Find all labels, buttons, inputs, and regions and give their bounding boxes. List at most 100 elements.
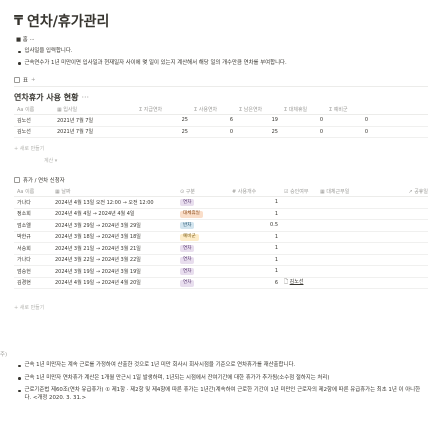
table-row[interactable]: 김노선 2021년 7월 7일 25 6 19 0 0: [14, 115, 428, 127]
table-row[interactable]: 김노선 2021년 7월 7일 25 0 25 0 0: [14, 127, 428, 138]
col-count[interactable]: # 사용개수: [229, 188, 281, 195]
cell-type: 반차: [177, 222, 229, 229]
type-tag: 연차: [180, 256, 195, 264]
type-tag: 대체휴일: [180, 210, 203, 218]
cell-count: 1: [274, 256, 278, 263]
table2-rows: 가나다 2024년 4월 13일 오전 12:00 → 오전 12:00 연차 1 정소…: [14, 197, 428, 289]
cell-type: 연차: [177, 199, 229, 206]
notes: 근속 1년 미만자는 계속 근로를 가정하여 산출한 것으로 1년 미만 회사시…: [18, 362, 426, 402]
cell-name: 김경현: [17, 280, 31, 287]
page-icon: ₸: [14, 13, 24, 29]
cell-name: 가나다: [17, 199, 31, 206]
cell-date: 2024년 3월 19일 → 2024년 3월 19일: [55, 268, 141, 275]
col-given[interactable]: Σ 지급연차: [136, 106, 191, 113]
table-row[interactable]: 엄소엘 2024년 3월 29일 → 2024년 3월 29일 반차 0.5: [14, 220, 428, 232]
title-col-icon: Aa: [17, 188, 26, 195]
view-label: 표: [23, 78, 28, 84]
col-date[interactable]: ▦ 날짜: [52, 188, 177, 195]
cell-name: 정소희: [17, 211, 31, 218]
cell-type: 연차: [177, 279, 229, 287]
cell-approval[interactable]: 🗋 김노선: [281, 278, 317, 287]
table-icon: [14, 77, 20, 83]
cell-name: 김노선: [17, 117, 31, 124]
add-view-icon[interactable]: +: [31, 77, 36, 83]
cell-type: 예비군: [177, 233, 229, 241]
table-row[interactable]: 가나다 2024년 4월 13일 오전 12:00 → 오전 12:00 연차 1: [14, 197, 428, 209]
cell-reserve: 0: [364, 128, 368, 135]
bullet-dot: [18, 50, 21, 54]
col-join-date[interactable]: ▦ 입사일: [54, 106, 136, 113]
col-type[interactable]: ⊙ 구분: [177, 188, 229, 195]
table1: Aa 이름 ▦ 입사일 Σ 지급연차 Σ 사용연차 Σ 남은연차 Σ 대체휴일 …: [14, 104, 428, 138]
bullet-dot: [18, 389, 21, 393]
col-used[interactable]: Σ 사용연차: [191, 106, 236, 113]
note-text: 근로기준법 제60조(연차 유급휴가) ① 제1항 · 제2항 및 제4항에 따…: [24, 387, 421, 401]
col-substitute[interactable]: Σ 대체휴일: [281, 106, 326, 113]
col-workday[interactable]: ▦ 대체근무일: [317, 188, 383, 195]
type-tag: 연차: [180, 245, 195, 252]
table-row[interactable]: 가나다 2024년 3월 22일 → 2024년 3월 22일 연차 1: [14, 255, 428, 266]
cell-count: 1: [274, 268, 278, 275]
col-name[interactable]: Aa 이름: [14, 188, 52, 195]
table-row[interactable]: 엄승헌 2024년 3월 19일 → 2024년 3월 19일 연차 1: [14, 266, 428, 278]
cell-date: 2021년 7월 7일: [57, 129, 94, 136]
cell-date: 2021년 7월 7일: [57, 117, 94, 124]
cell-substitute: 0: [319, 117, 323, 124]
cell-name: 김노선: [17, 129, 31, 136]
col-remaining[interactable]: Σ 남은연차: [236, 106, 281, 113]
table2-add-row[interactable]: + 새로 만들기: [14, 304, 44, 311]
cell-given: 25: [181, 128, 188, 135]
cell-name: 가나다: [17, 257, 31, 264]
col-name[interactable]: Aa 이름: [14, 106, 54, 113]
page-title-row: ₸ 연차/휴가관리: [14, 11, 109, 31]
table-row[interactable]: 김경현 2024년 4월 19일 → 2024년 4월 20일 연차 6 🗋 김노선: [14, 278, 428, 289]
note-item: 근로기준법 제60조(연차 유급휴가) ① 제1항 · 제2항 및 제4항에 따…: [18, 387, 426, 402]
cell-reserve: 0: [364, 117, 368, 124]
cell-type: 연차: [177, 245, 229, 252]
cell-type: 대체휴일: [177, 210, 229, 218]
table2: Aa 이름 ▦ 날짜 ⊙ 구분 # 사용개수 ☑ 승인여부 ▦ 대체근무일 ↗ …: [14, 186, 428, 289]
cell-count: 6: [274, 279, 278, 286]
table1-view-tab[interactable]: 표 +: [14, 76, 36, 84]
cell-date: 2024년 3월 21일 → 2024년 3월 21일: [55, 245, 141, 252]
cell-type: 연차: [177, 256, 229, 264]
cell-date: 2024년 4월 19일 → 2024년 4월 20일: [55, 280, 141, 287]
intro-bullet: 근속연수가 1년 미만이면 입사일과 현재일자 사이에 몇 일이 있는지 계산해…: [18, 60, 423, 68]
note-text: 근속 1년 미만자 연차휴가 계산은 1개월 만근시 1일 발생하며, 1년되는…: [24, 374, 330, 381]
table2-header: Aa 이름 ▦ 날짜 ⊙ 구분 # 사용개수 ☑ 승인여부 ▦ 대체근무일 ↗ …: [14, 186, 428, 197]
cell-name: 엄소엘: [17, 222, 31, 229]
table-row[interactable]: 정소희 2024년 4월 4일 → 2024년 4월 4일 대체휴일 1: [14, 209, 428, 220]
table-row[interactable]: 서승희 2024년 3월 21일 → 2024년 3월 21일 연차 1: [14, 243, 428, 255]
table-row[interactable]: 박한규 2024년 3월 18일 → 2024년 3월 18일 예비군 1: [14, 232, 428, 243]
table-icon: [14, 177, 20, 183]
col-holiday[interactable]: ↗ 공휴일: [383, 188, 428, 195]
table2-view-tab[interactable]: 휴가 / 연차 신청자: [14, 176, 65, 184]
toggle-home[interactable]: ■ 홈 ···: [16, 35, 35, 43]
cell-count: 1: [274, 233, 278, 240]
table1-calc[interactable]: 계산 ▾: [44, 157, 57, 164]
cell-given: 25: [181, 117, 188, 124]
page-title: 연차/휴가관리: [27, 14, 110, 30]
col-approval[interactable]: ☑ 승인여부: [281, 188, 317, 195]
cell-name: 서승희: [17, 245, 31, 252]
cell-substitute: 0: [319, 128, 323, 135]
bullet-text: 근속연수가 1년 미만이면 입사일과 현재일자 사이에 몇 일이 있는지 계산해…: [24, 59, 287, 66]
view-label: 휴가 / 연차 신청자: [23, 178, 65, 184]
relation-link[interactable]: 김노선: [290, 279, 304, 285]
bullet-dot: [18, 364, 21, 368]
intro-bullet: 입사일을 입력합니다.: [18, 48, 423, 56]
cell-remaining: 19: [271, 117, 278, 124]
table1-add-row[interactable]: + 새로 만들기: [14, 145, 44, 152]
type-tag: 연차: [180, 268, 195, 275]
col-reserve[interactable]: Σ 예비군: [326, 106, 371, 113]
type-tag: 연차: [180, 279, 195, 287]
cell-count: 1: [274, 199, 278, 206]
cell-date: 2024년 3월 22일 → 2024년 3월 22일: [55, 257, 141, 264]
type-tag: 반차: [180, 222, 195, 229]
cell-date: 2024년 3월 29일 → 2024년 3월 29일: [55, 222, 141, 229]
table1-heading: 연차휴가 사용 현황 ···: [14, 92, 89, 103]
cell-name: 박한규: [17, 234, 31, 241]
more-icon[interactable]: ···: [81, 93, 89, 102]
bullet-text: 입사일을 입력합니다.: [24, 48, 73, 54]
left-fragment: 주): [0, 352, 8, 358]
